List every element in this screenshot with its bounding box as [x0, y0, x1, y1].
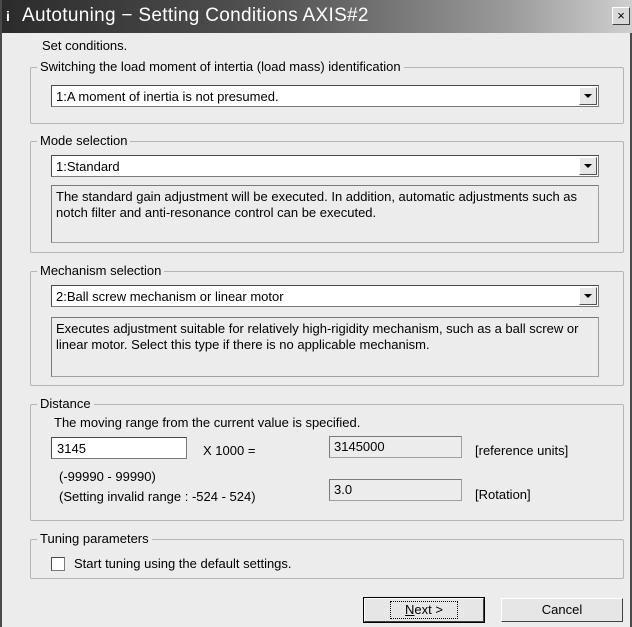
intro-text: Set conditions. [42, 38, 128, 53]
mode-legend: Mode selection [37, 133, 131, 149]
next-button[interactable]: Next > [363, 597, 485, 623]
chevron-down-icon[interactable] [579, 87, 597, 105]
autotuning-dialog: i Autotuning − Setting Conditions AXIS#2… [0, 0, 632, 627]
identification-select-value: 1:A moment of inertia is not presumed. [56, 89, 279, 104]
rotation-label: [Rotation] [475, 487, 531, 502]
reference-units-value: 3145000 [329, 436, 462, 458]
mode-select[interactable]: 1:Standard [51, 155, 599, 177]
identification-group: Switching the load moment of intertia (l… [30, 59, 624, 124]
mode-group: Mode selection 1:Standard The standard g… [30, 133, 624, 253]
default-settings-checkbox[interactable] [51, 557, 65, 571]
multiplier-label: X 1000 = [203, 443, 256, 458]
mode-description: The standard gain adjustment will be exe… [51, 185, 599, 243]
cancel-button[interactable]: Cancel [501, 598, 623, 622]
chevron-down-icon[interactable] [579, 157, 597, 175]
mechanism-group: Mechanism selection 2:Ball screw mechani… [30, 263, 624, 386]
invalid-range: (Setting invalid range : -524 - 524) [59, 489, 256, 504]
default-settings-label[interactable]: Start tuning using the default settings. [74, 556, 292, 571]
tuning-legend: Tuning parameters [37, 531, 152, 547]
distance-legend: Distance [37, 396, 94, 412]
distance-range: (-99990 - 99990) [59, 469, 156, 484]
mechanism-legend: Mechanism selection [37, 263, 165, 279]
window-title: Autotuning − Setting Conditions AXIS#2 [22, 5, 369, 26]
mechanism-select[interactable]: 2:Ball screw mechanism or linear motor [51, 285, 599, 307]
close-icon[interactable]: × [612, 7, 630, 25]
distance-group: Distance The moving range from the curre… [30, 396, 624, 521]
app-icon: i [6, 8, 10, 24]
identification-legend: Switching the load moment of intertia (l… [37, 59, 404, 75]
tuning-group: Tuning parameters Start tuning using the… [30, 531, 624, 579]
distance-input[interactable]: 3145 [51, 437, 187, 459]
rotation-value: 3.0 [329, 479, 462, 501]
chevron-down-icon[interactable] [579, 287, 597, 305]
next-button-label: Next > [390, 601, 458, 619]
identification-select[interactable]: 1:A moment of inertia is not presumed. [51, 85, 599, 107]
mode-select-value: 1:Standard [56, 159, 120, 174]
mechanism-select-value: 2:Ball screw mechanism or linear motor [56, 289, 284, 304]
distance-note: The moving range from the current value … [54, 415, 361, 430]
title-bar[interactable]: i Autotuning − Setting Conditions AXIS#2… [2, 0, 632, 33]
reference-units-label: [reference units] [475, 443, 569, 458]
mechanism-description: Executes adjustment suitable for relativ… [51, 317, 599, 377]
